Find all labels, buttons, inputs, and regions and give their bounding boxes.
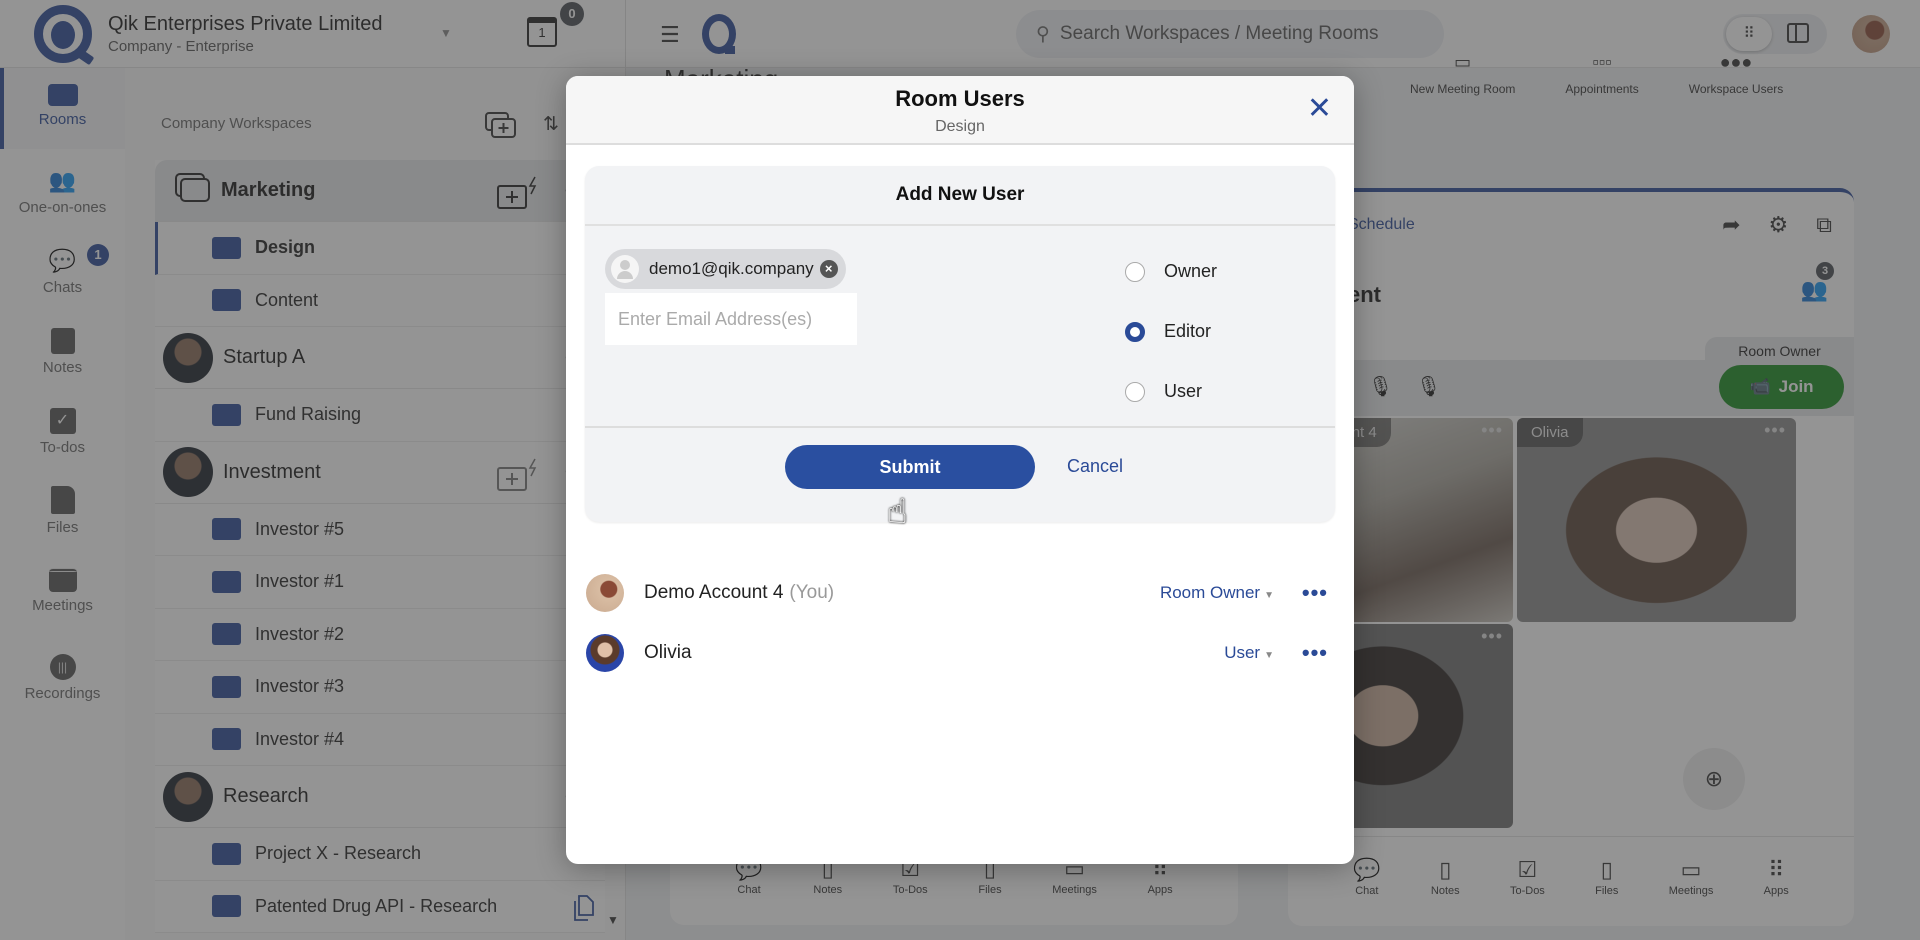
email-address-input[interactable] (605, 293, 857, 345)
chip-email: demo1@qik.company (649, 259, 814, 278)
role-label: Owner (1164, 261, 1218, 281)
role-radio-owner[interactable]: Owner (1125, 261, 1217, 282)
user-name: Olivia (644, 642, 692, 663)
more-options-icon[interactable]: ••• (1302, 640, 1328, 666)
you-tag: (You) (789, 582, 835, 603)
add-user-actions: Submit Cancel (585, 426, 1335, 522)
radio-button-checked[interactable] (1125, 321, 1145, 342)
room-user-row: Demo Account 4 (You) Room Owner ▼ ••• (586, 571, 1334, 615)
add-user-title: Add New User (585, 166, 1335, 226)
remove-chip-icon[interactable]: × (819, 260, 838, 278)
radio-button[interactable] (1125, 381, 1145, 402)
cancel-button[interactable]: Cancel (1067, 456, 1123, 477)
role-label: User (1164, 381, 1203, 401)
modal-header: Room Users Design ✕ (566, 76, 1354, 145)
submit-button[interactable]: Submit (785, 445, 1035, 489)
role-dropdown[interactable]: Room Owner ▼ (1160, 583, 1274, 603)
role-radio-user[interactable]: User (1125, 381, 1202, 402)
role-label: Editor (1164, 321, 1212, 341)
avatar (586, 634, 624, 672)
radio-button[interactable] (1125, 261, 1145, 282)
add-new-user-section: Add New User demo1@qik.company × Owner E… (585, 166, 1335, 522)
email-chip: demo1@qik.company × (605, 249, 846, 289)
avatar (586, 574, 624, 612)
chevron-down-icon: ▼ (1264, 650, 1274, 661)
close-icon[interactable]: ✕ (1307, 94, 1332, 124)
role-radio-editor[interactable]: Editor (1125, 321, 1211, 342)
user-name: Demo Account 4 (You) (644, 582, 835, 603)
chevron-down-icon: ▼ (1264, 590, 1274, 601)
room-users-modal: Room Users Design ✕ Add New User demo1@q… (566, 76, 1354, 864)
role-dropdown[interactable]: User ▼ (1224, 643, 1274, 663)
hand-cursor-icon: ☝ (887, 493, 908, 531)
user-placeholder-icon (611, 255, 639, 283)
room-user-row: Olivia User ▼ ••• (586, 631, 1334, 675)
modal-subtitle: Design (935, 118, 985, 135)
more-options-icon[interactable]: ••• (1302, 580, 1328, 606)
modal-title: Room Users (895, 86, 1025, 111)
